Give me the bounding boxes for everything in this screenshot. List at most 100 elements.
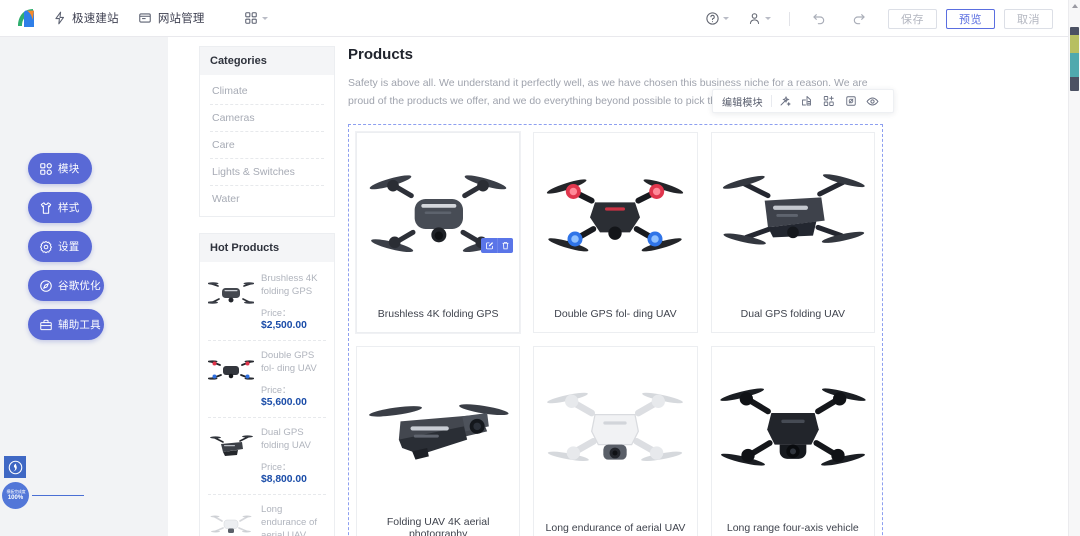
header-actions: 保存 预览 取消 [696, 0, 1053, 37]
product-image [712, 347, 874, 509]
move-up-icon[interactable] [796, 90, 818, 112]
apps-menu[interactable] [244, 11, 268, 26]
save-button[interactable]: 保存 [888, 8, 937, 29]
copy-module-icon[interactable] [840, 90, 862, 112]
drone-dark-folded-icon [362, 368, 514, 488]
product-image [712, 133, 874, 295]
product-name: Dual GPS folding UAV [740, 307, 845, 320]
product-card[interactable]: Long range four-axis vehicle [710, 346, 875, 536]
product-image [534, 133, 696, 295]
modules-icon [38, 161, 53, 176]
magic-wand-icon[interactable] [774, 90, 796, 112]
drone-red-quad-thumb-icon [208, 350, 254, 390]
hot-product-info: Dual GPS folding UAV Price： $8,800.00 [261, 427, 326, 485]
grid-apps-icon [244, 11, 259, 26]
undo-button[interactable] [799, 1, 839, 37]
products-section: Products Safety is above all. We underst… [348, 46, 886, 536]
user-icon [747, 11, 762, 26]
product-image [357, 347, 519, 509]
tool-styles-label: 样式 [58, 202, 80, 214]
category-item-climate[interactable]: Climate [210, 78, 324, 105]
nav-item-quick-site[interactable]: 极速建站 [52, 0, 119, 36]
drone-white-quad-thumb-icon [208, 504, 254, 536]
hot-product-name: Dual GPS folding UAV [261, 426, 311, 451]
hot-products-list: Brushless 4K folding GPS Price： $2,500.0… [200, 262, 334, 536]
nav-item-site-manage[interactable]: 网站管理 [138, 0, 205, 36]
chat-support-icon [8, 460, 23, 475]
product-card-actions [481, 238, 514, 254]
hot-product-name: Long endurance of aerial UAV [261, 503, 318, 536]
template-progress-badge[interactable]: 模板完成度 100% [2, 482, 29, 509]
hot-product-price-label: Price： [261, 461, 292, 472]
product-card[interactable]: Folding UAV 4K aerial photography [356, 346, 521, 536]
support-chat-button[interactable] [4, 456, 26, 478]
tool-google-seo[interactable]: 谷歌优化 [28, 270, 104, 301]
redo-icon [851, 11, 867, 27]
module-toolbar-label: 编辑模块 [722, 97, 763, 109]
scroll-up-arrow-icon[interactable] [1072, 4, 1078, 8]
drone-dark-folding-icon [718, 149, 868, 279]
user-menu-button[interactable] [738, 1, 780, 37]
hot-product-name: Brushless 4K folding GPS [261, 273, 318, 297]
drone-gray-quad-icon [363, 149, 513, 279]
scrollbar-thumb[interactable] [1070, 27, 1079, 91]
nav-item-site-manage-label: 网站管理 [157, 13, 205, 25]
categories-panel: Categories Climate Cameras Care Lights &… [199, 46, 335, 217]
progress-line [32, 494, 84, 496]
category-item-cameras[interactable]: Cameras [210, 105, 324, 132]
scrollbar-marker-a [1070, 35, 1079, 53]
product-name: Long range four-axis vehicle [726, 521, 859, 534]
hot-product-item[interactable]: Double GPS fol- ding UAV Price： $5,600.0… [208, 341, 326, 418]
tool-helper-tools-label: 辅助工具 [58, 319, 101, 331]
window-icon [138, 11, 153, 26]
eye-icon[interactable] [862, 90, 884, 112]
edit-square-icon[interactable] [481, 238, 497, 253]
compass-icon [38, 278, 53, 293]
redo-button[interactable] [839, 1, 879, 37]
nav-item-quick-site-label: 极速建站 [72, 13, 119, 25]
category-item-water[interactable]: Water [210, 186, 324, 212]
hot-product-price: $5,600.00 [261, 396, 307, 408]
top-header: 极速建站 网站管理 保存 预览 取消 [0, 0, 1080, 37]
product-image [357, 133, 519, 295]
tool-styles[interactable]: 样式 [28, 192, 92, 223]
window-scrollbar[interactable] [1068, 0, 1080, 536]
hot-product-info: Double GPS fol- ding UAV Price： $5,600.0… [261, 350, 326, 408]
template-progress-value: 100% [7, 494, 24, 501]
tool-modules-label: 模块 [58, 163, 80, 175]
hot-product-item[interactable]: Dual GPS folding UAV Price： $8,800.00 [208, 418, 326, 495]
product-name: Folding UAV 4K aerial photography [386, 515, 490, 536]
cancel-button[interactable]: 取消 [1004, 8, 1053, 29]
drone-gray-quad-thumb-icon [208, 273, 254, 313]
tool-modules[interactable]: 模块 [28, 153, 92, 184]
canvas-sidebar: Categories Climate Cameras Care Lights &… [199, 46, 335, 536]
trash-icon[interactable] [497, 238, 513, 254]
tool-helper-tools[interactable]: 辅助工具 [28, 309, 104, 340]
product-card[interactable]: Double GPS fol- ding UAV [533, 132, 698, 334]
hot-product-price: $8,800.00 [261, 473, 307, 485]
add-module-icon[interactable] [818, 90, 840, 112]
lightning-icon [52, 11, 67, 26]
tool-settings[interactable]: 设置 [28, 231, 92, 262]
products-grid-selection[interactable]: Brushless 4K folding GPS Double GPS fol-… [348, 124, 883, 536]
drone-black-quad-icon [718, 363, 868, 493]
undo-icon [811, 11, 827, 27]
product-card[interactable]: Long endurance of aerial UAV [533, 346, 698, 536]
product-card[interactable]: Dual GPS folding UAV [710, 132, 875, 334]
drone-white-quad-icon [540, 363, 690, 493]
hot-product-price: $2,500.00 [261, 319, 307, 331]
preview-button[interactable]: 预览 [946, 8, 995, 29]
category-item-lights-switches[interactable]: Lights & Switches [210, 159, 324, 186]
hot-product-item[interactable]: Long endurance of aerial UAV Price： $7,5… [208, 495, 326, 536]
brand-logo[interactable] [0, 6, 52, 30]
hot-product-info: Brushless 4K folding GPS Price： $2,500.0… [261, 273, 326, 331]
page-title: Products [348, 46, 414, 63]
page-canvas: Categories Climate Cameras Care Lights &… [168, 37, 1068, 536]
product-name: Double GPS fol- ding UAV [554, 307, 677, 320]
product-card[interactable]: Brushless 4K folding GPS [354, 131, 522, 335]
product-name: Brushless 4K folding GPS [377, 307, 499, 320]
hot-product-item[interactable]: Brushless 4K folding GPS Price： $2,500.0… [208, 264, 326, 341]
category-item-care[interactable]: Care [210, 132, 324, 159]
help-button[interactable] [696, 1, 738, 37]
drone-dark-folding-thumb-icon [208, 427, 254, 467]
